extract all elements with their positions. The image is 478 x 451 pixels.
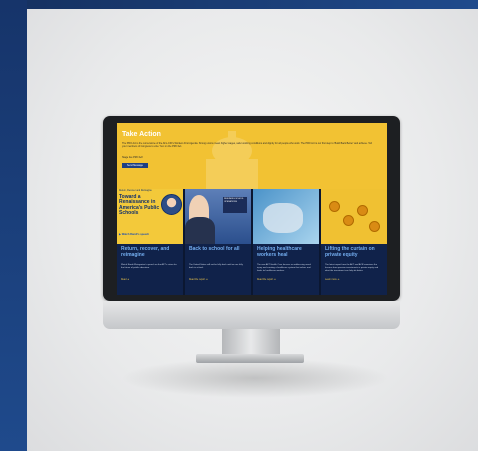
card-title: Helping healthcare workers heal (257, 246, 302, 258)
card-body: The latest report from the AFT and ACR e… (325, 264, 379, 272)
speaker-body (185, 217, 215, 244)
coin-icon (343, 215, 354, 226)
coin-icon (369, 221, 380, 232)
card-private-equity[interactable]: Lifting the curtain on private equity Th… (321, 189, 387, 295)
play-icon: ▶ (119, 233, 121, 236)
monitor-screen: Take Action The PRO Act is the cornersto… (117, 123, 387, 295)
read-label: Read the report (257, 279, 273, 281)
coin-icon (357, 205, 368, 216)
speaker-photo (161, 194, 182, 215)
take-action-hero: Take Action The PRO Act is the cornersto… (117, 123, 387, 189)
monitor-stand-neck (222, 329, 280, 355)
left-frame-bar (0, 0, 27, 451)
arrow-icon: ➜ (127, 279, 130, 281)
card-return-recover[interactable]: Return, Recover and Reimagine Toward a R… (117, 189, 183, 295)
card-image (253, 189, 319, 244)
arrow-icon: ➜ (205, 279, 208, 281)
monitor-shadow (120, 358, 390, 398)
arrow-icon: ➜ (273, 279, 276, 281)
card-back-to-school[interactable]: RESUMING SCHOOL OPERATIONS Back to schoo… (185, 189, 251, 295)
watch-speech-link[interactable]: ▶ Watch Randi's speech (119, 233, 149, 236)
hero-title: Take Action (122, 131, 161, 138)
card-read-link[interactable]: Read the report ➜ (189, 278, 208, 281)
card-headline: Toward a Renaissance in America's Public… (119, 194, 160, 216)
event-sign: RESUMING SCHOOL OPERATIONS (223, 197, 247, 213)
card-read-link[interactable]: Read the report ➜ (257, 278, 276, 281)
card-image: RESUMING SCHOOL OPERATIONS (185, 189, 251, 244)
card-body: The new AFT Health Care focuses on addre… (257, 264, 311, 272)
card-title: Lifting the curtain on private equity (325, 246, 375, 258)
card-read-link[interactable]: Learn more ➜ (325, 278, 339, 281)
monitor-stand-foot (196, 354, 304, 363)
card-read-link[interactable]: Read ➜ (121, 278, 129, 281)
card-body: The United States will not be fully back… (189, 264, 243, 269)
card-image: Return, Recover and Reimagine Toward a R… (117, 189, 183, 244)
card-title: Return, recover, and reimagine (121, 246, 170, 258)
read-label: Read (121, 279, 127, 281)
hero-body: The PRO Act is the cornerstone of the AF… (122, 142, 372, 148)
gloved-hands-image (263, 203, 303, 233)
card-healthcare-workers[interactable]: Helping healthcare workers heal The new … (253, 189, 319, 295)
card-kicker: Return, Recover and Reimagine (119, 190, 152, 192)
card-image (321, 189, 387, 244)
monitor-chin (103, 301, 400, 329)
card-title: Back to school for all (189, 246, 240, 252)
capitol-dome-icon (206, 131, 258, 189)
card-body: Watch Randi Weingarten's speech on the A… (121, 264, 177, 269)
coin-icon (329, 201, 340, 212)
top-frame-bar (0, 0, 478, 9)
watch-speech-label: Watch Randi's speech (121, 233, 150, 236)
read-label: Read the report (189, 279, 205, 281)
read-label: Learn more (325, 279, 337, 281)
arrow-icon: ➜ (337, 279, 340, 281)
send-message-button[interactable]: Send Message (122, 163, 148, 168)
hero-line: Stage live PRO Act! (122, 156, 143, 159)
feature-cards: Return, Recover and Reimagine Toward a R… (117, 189, 387, 295)
